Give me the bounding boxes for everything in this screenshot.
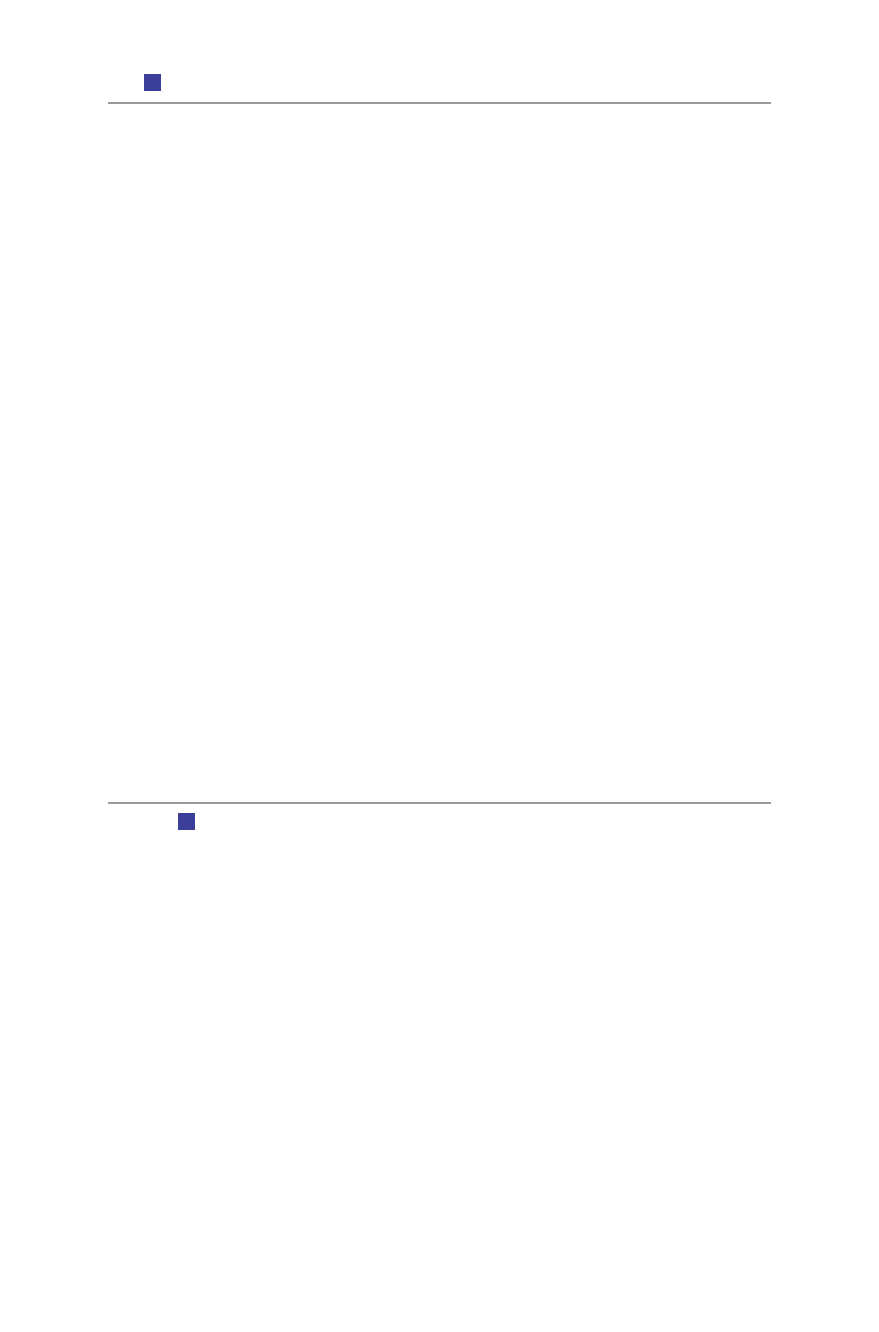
page-content-area-top xyxy=(108,104,771,802)
footer-divider xyxy=(108,802,771,804)
page-content-area-bottom xyxy=(108,836,771,1296)
square-marker-icon xyxy=(144,74,161,91)
square-marker-icon xyxy=(178,813,195,830)
